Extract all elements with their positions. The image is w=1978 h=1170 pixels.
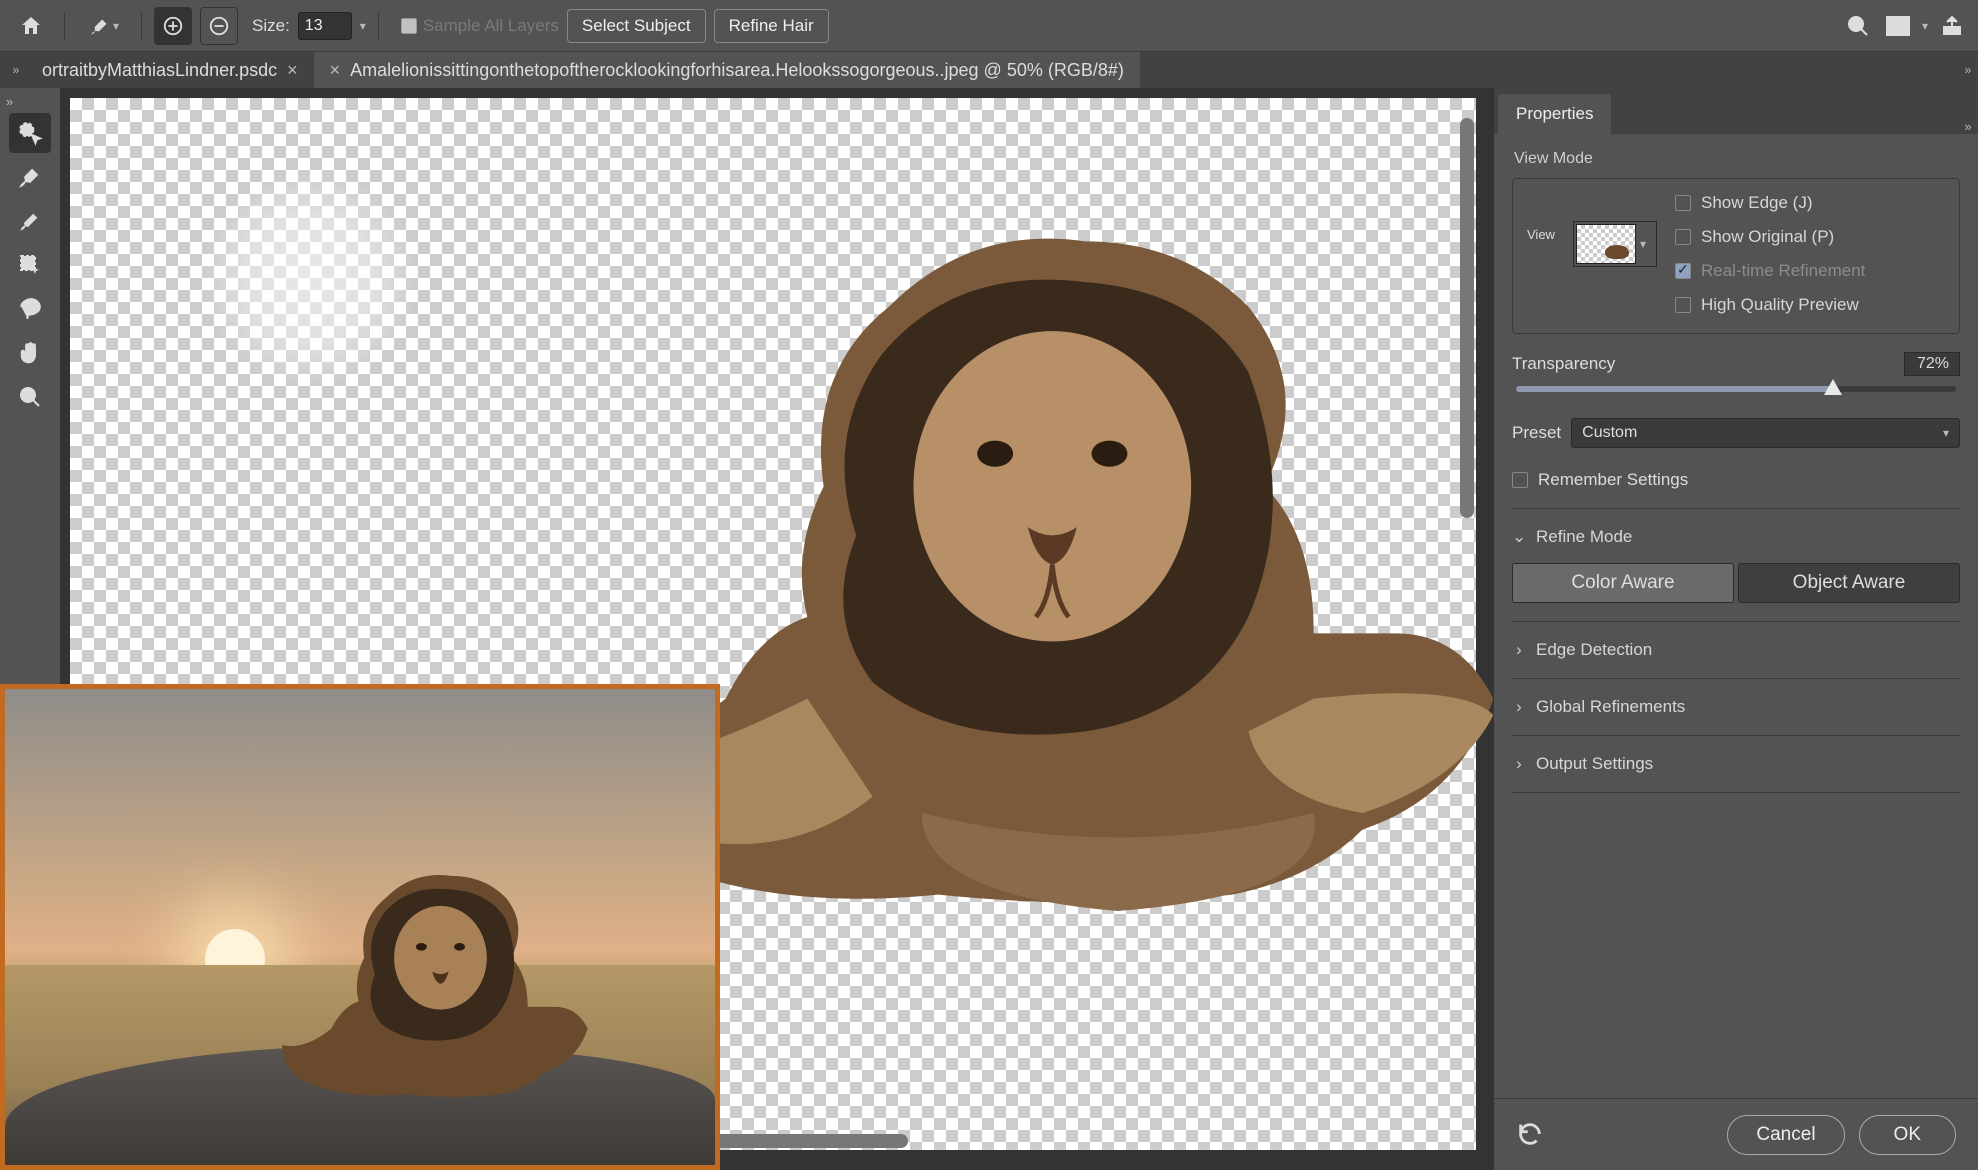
view-thumbnail [1576,224,1636,264]
hand-tool[interactable] [9,333,51,373]
checkbox-icon[interactable] [401,18,417,34]
chevron-down-icon: ▾ [1943,426,1949,440]
high-quality-preview-checkbox[interactable]: High Quality Preview [1675,295,1865,315]
document-tab-2[interactable]: × Amalelionissittingonthetopoftherockloo… [314,52,1140,88]
search-icon[interactable] [1842,10,1874,42]
show-edge-checkbox[interactable]: Show Edge (J) [1675,193,1865,213]
close-icon[interactable]: × [287,60,298,81]
lion-original [255,865,615,1105]
refine-mode-header[interactable]: ⌄ Refine Mode [1512,527,1960,547]
panel-overflow-icon[interactable]: » [1958,119,1978,134]
document-tabs: » ortraitbyMatthiasLindner.psdc × × Amal… [0,52,1978,88]
edge-detection-header[interactable]: › Edge Detection [1512,640,1960,660]
select-subject-button[interactable]: Select Subject [567,9,706,43]
show-original-checkbox[interactable]: Show Original (P) [1675,227,1865,247]
view-mode-box: View ▾ Show Edge (J) Show Original (P) R… [1512,178,1960,334]
brush-preset-picker[interactable]: ▾ [77,7,129,45]
output-settings-header[interactable]: › Output Settings [1512,754,1960,774]
chevron-right-icon: › [1512,640,1526,660]
expand-tabs-icon[interactable]: » [6,52,26,88]
preset-value: Custom [1582,424,1637,442]
tab-label: ortraitbyMatthiasLindner.psdc [42,60,277,81]
transparency-slider[interactable] [1516,386,1956,392]
object-aware-button[interactable]: Object Aware [1738,563,1960,603]
overflow-tabs-icon[interactable]: » [1958,52,1978,88]
home-button[interactable] [10,7,52,45]
subtract-from-selection-button[interactable] [200,7,238,45]
slider-knob-icon[interactable] [1824,379,1842,395]
brush-size-input[interactable] [298,12,352,40]
reset-icon[interactable] [1516,1120,1546,1150]
view-label: View [1527,227,1555,242]
chevron-right-icon: › [1512,697,1526,717]
refine-edge-brush-tool[interactable] [9,157,51,197]
preset-select[interactable]: Custom ▾ [1571,418,1960,448]
document-tab-1[interactable]: ortraitbyMatthiasLindner.psdc × [26,52,314,88]
options-bar: ▾ Size: ▾ Sample All Layers Select Subje… [0,0,1978,52]
properties-tab[interactable]: Properties [1498,94,1611,134]
refine-hair-button[interactable]: Refine Hair [714,9,829,43]
chevron-down-icon: ⌄ [1512,527,1526,547]
collapse-toolbar-icon[interactable]: » [0,94,13,109]
chevron-down-icon: ▾ [1640,237,1646,251]
transparency-value[interactable]: 72% [1904,352,1960,376]
selection-brush-stroke [200,168,420,388]
color-aware-button[interactable]: Color Aware [1512,563,1734,603]
quick-selection-tool[interactable] [9,113,51,153]
realtime-refinement-checkbox[interactable]: Real-time Refinement [1675,261,1865,281]
brush-tool[interactable] [9,201,51,241]
transparency-label: Transparency [1512,354,1615,374]
tab-label: Amalelionissittingonthetopoftherocklooki… [350,60,1124,81]
close-icon[interactable]: × [330,60,341,81]
cancel-button[interactable]: Cancel [1727,1115,1844,1155]
panel-footer: Cancel OK [1494,1098,1978,1170]
chevron-down-icon: ▾ [113,19,119,33]
zoom-tool[interactable] [9,377,51,417]
share-icon[interactable] [1936,10,1968,42]
lasso-tool[interactable] [9,289,51,329]
view-mode-heading: View Mode [1514,150,1960,168]
view-thumbnail-picker[interactable]: ▾ [1573,221,1657,267]
original-photo-inset [0,684,720,1170]
add-to-selection-button[interactable] [154,7,192,45]
properties-panel: Properties » View Mode View ▾ Show Edge … [1494,88,1978,1170]
chevron-down-icon[interactable]: ▾ [1922,19,1928,33]
workspace-switcher-icon[interactable] [1882,10,1914,42]
remember-settings-checkbox[interactable]: Remember Settings [1512,470,1960,490]
sample-all-layers-label: Sample All Layers [423,16,559,36]
chevron-right-icon: › [1512,754,1526,774]
size-label: Size: [252,16,290,36]
sample-all-layers-checkbox[interactable]: Sample All Layers [401,16,559,36]
object-selection-tool[interactable] [9,245,51,285]
chevron-down-icon[interactable]: ▾ [360,19,366,33]
global-refinements-header[interactable]: › Global Refinements [1512,697,1960,717]
preset-label: Preset [1512,423,1561,443]
ok-button[interactable]: OK [1859,1115,1956,1155]
vertical-scrollbar[interactable] [1460,118,1474,518]
